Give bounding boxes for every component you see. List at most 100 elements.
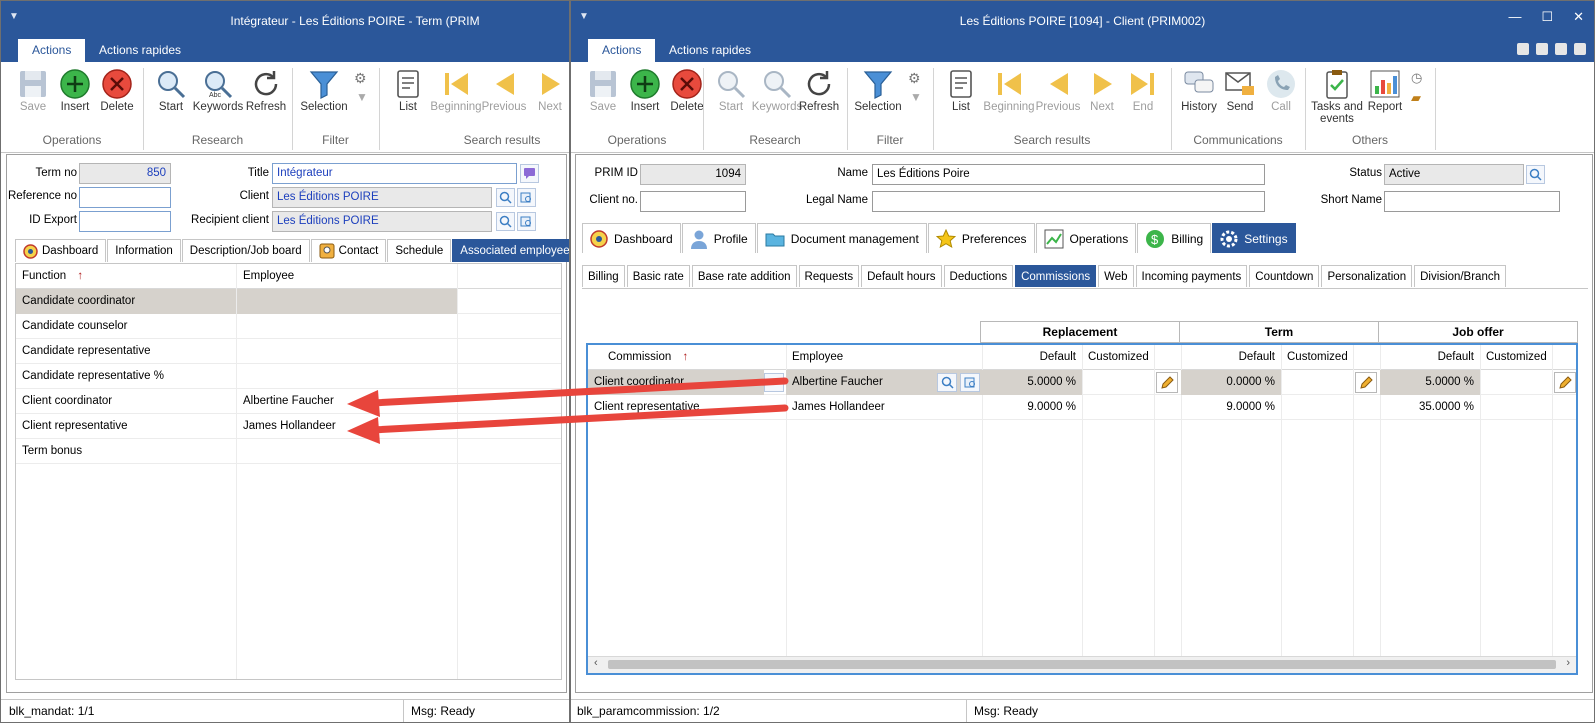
clear-filter-icon[interactable]: ▼ (910, 90, 922, 104)
right-title-bar[interactable]: ▼ Les Éditions POIRE [1094] - Client (PR… (571, 1, 1594, 39)
edit-pencil-icon[interactable] (1554, 372, 1576, 393)
scroll-left-icon[interactable]: ‹ (594, 657, 598, 669)
tab-billing[interactable]: $ Billing (1137, 223, 1212, 253)
scroll-right-icon[interactable]: › (1566, 657, 1570, 669)
employee-cell[interactable]: James Hollandeer (237, 414, 457, 439)
list-button[interactable]: List (382, 68, 434, 113)
col-employee-header[interactable]: Employee (786, 345, 982, 370)
clear-filter-icon[interactable]: ▼ (356, 90, 368, 104)
commission-cell[interactable]: Client representative (588, 395, 764, 420)
ribbon-tab-quick-actions[interactable]: Actions rapides (85, 39, 195, 62)
gear-icon[interactable]: ⚙ (354, 70, 367, 87)
refresh-button[interactable]: Refresh (793, 68, 845, 113)
employee-cell[interactable] (237, 289, 457, 314)
function-cell[interactable]: Candidate representative % (16, 364, 236, 389)
job-offer-default-cell[interactable]: 35.0000 % (1380, 395, 1480, 420)
recipient-client-field[interactable]: Les Éditions POIRE (272, 211, 492, 232)
function-cell[interactable]: Client representative (16, 414, 236, 439)
client-field[interactable]: Les Éditions POIRE (272, 187, 492, 208)
job-offer-default-cell[interactable]: 5.0000 % (1380, 370, 1480, 395)
edit-pencil-icon[interactable] (1355, 372, 1377, 393)
col-employee-header[interactable]: Employee (237, 264, 457, 289)
tray-icon[interactable]: ▰ (1411, 90, 1421, 106)
employee-cell[interactable]: Albertine Faucher (786, 370, 932, 395)
tab-document-management[interactable]: Document management (756, 223, 927, 253)
col-job-offer-default[interactable]: Default (1380, 345, 1480, 370)
tab-description-job-board[interactable]: Description/Job board (181, 239, 310, 262)
edit-pencil-icon[interactable] (1156, 372, 1178, 393)
tab-preferences[interactable]: Preferences (927, 223, 1035, 253)
tab-dashboard[interactable]: Dashboard (582, 223, 681, 253)
subtab-billing[interactable]: Billing (582, 265, 625, 287)
calendar-icon[interactable] (1536, 43, 1548, 55)
table-row[interactable]: Candidate representative (16, 339, 561, 364)
employee-cell[interactable] (237, 439, 457, 464)
employee-cell[interactable]: James Hollandeer (786, 395, 932, 420)
table-row[interactable]: Client coordinator Albertine Faucher 5.000… (588, 370, 1576, 395)
tab-associated-employees[interactable]: Associated employee(s) (452, 239, 569, 262)
minimize-icon[interactable]: — (1508, 9, 1521, 25)
table-row[interactable]: Candidate representative % (16, 364, 561, 389)
start-button[interactable]: Start (705, 68, 757, 113)
ribbon-tab-actions[interactable]: Actions (18, 39, 86, 62)
maximize-icon[interactable]: ☐ (1541, 9, 1553, 25)
term-default-cell[interactable]: 0.0000 % (1181, 370, 1281, 395)
name-field[interactable]: Les Éditions Poire (872, 164, 1265, 185)
tab-profile[interactable]: Profile (681, 223, 756, 253)
table-row[interactable]: Client coordinator Albertine Faucher (16, 389, 561, 414)
beginning-button[interactable]: Beginning (983, 68, 1035, 113)
commission-cell[interactable]: Client coordinator (588, 370, 764, 395)
client-open-button[interactable] (517, 188, 536, 207)
subtab-basic-rate[interactable]: Basic rate (626, 265, 690, 287)
prim-id-field[interactable]: 1094 (640, 164, 746, 185)
title-field[interactable]: Intégrateur (272, 163, 517, 184)
col-commission-header[interactable]: Commission ↑ (588, 345, 786, 370)
status-field[interactable]: Active (1384, 164, 1524, 185)
call-button[interactable]: Call (1255, 68, 1307, 113)
term-default-cell[interactable]: 9.0000 % (1181, 395, 1281, 420)
function-cell[interactable]: Candidate counselor (16, 314, 236, 339)
beginning-button[interactable]: Beginning (430, 68, 482, 113)
employee-open-icon[interactable] (960, 373, 980, 392)
reference-no-field[interactable] (79, 187, 171, 208)
tasks-and-events-button[interactable]: Tasks and events (1309, 68, 1365, 125)
start-button[interactable]: Start (145, 68, 197, 113)
employee-cell[interactable]: Albertine Faucher (237, 389, 457, 414)
table-row[interactable]: Client representative James Hollandeer 9.0… (588, 395, 1576, 420)
col-job-offer-customized[interactable]: Customized (1480, 345, 1552, 370)
ribbon-tab-quick-actions[interactable]: Actions rapides (655, 39, 765, 62)
calculator-icon[interactable] (1517, 43, 1529, 55)
status-search-button[interactable] (1526, 165, 1545, 184)
delete-button[interactable]: Delete (91, 68, 143, 113)
end-button[interactable]: End (1117, 68, 1169, 113)
report-button[interactable]: Report (1359, 68, 1411, 113)
tab-operations[interactable]: Operations (1035, 223, 1137, 253)
function-cell[interactable]: Candidate representative (16, 339, 236, 364)
keywords-button[interactable]: Abc Keywords (192, 68, 244, 113)
table-row[interactable]: Candidate coordinator (16, 289, 561, 314)
client-no-field[interactable] (640, 191, 746, 212)
tab-settings[interactable]: Settings (1212, 223, 1296, 253)
close-icon[interactable]: ✕ (1573, 9, 1584, 25)
subtab-countdown[interactable]: Countdown (1249, 265, 1320, 287)
subtab-personalization[interactable]: Personalization (1321, 265, 1413, 287)
client-search-button[interactable] (496, 188, 515, 207)
table-row[interactable]: Term bonus (16, 439, 561, 464)
function-cell[interactable]: Candidate coordinator (16, 289, 236, 314)
col-replacement-default[interactable]: Default (982, 345, 1082, 370)
employee-search-icon[interactable] (937, 373, 957, 392)
subtab-commissions[interactable]: Commissions (1015, 265, 1097, 287)
scrollbar-thumb[interactable] (608, 660, 1556, 669)
help-icon[interactable] (1574, 43, 1586, 55)
left-title-bar[interactable]: ▼ Intégrateur - Les Éditions POIRE - Ter… (1, 1, 569, 39)
selection-button[interactable]: Selection (298, 68, 350, 113)
short-name-field[interactable] (1384, 191, 1560, 212)
col-term-default[interactable]: Default (1181, 345, 1281, 370)
next-button[interactable]: Next (524, 68, 569, 113)
commission-dropdown-icon[interactable]: ▼ (764, 373, 784, 392)
table-row[interactable]: Client representative James Hollandeer (16, 414, 561, 439)
tab-information[interactable]: Information (107, 239, 181, 262)
recipient-search-button[interactable] (496, 212, 515, 231)
note-button[interactable] (520, 164, 539, 183)
clock-icon[interactable]: ◷ (1411, 70, 1422, 86)
